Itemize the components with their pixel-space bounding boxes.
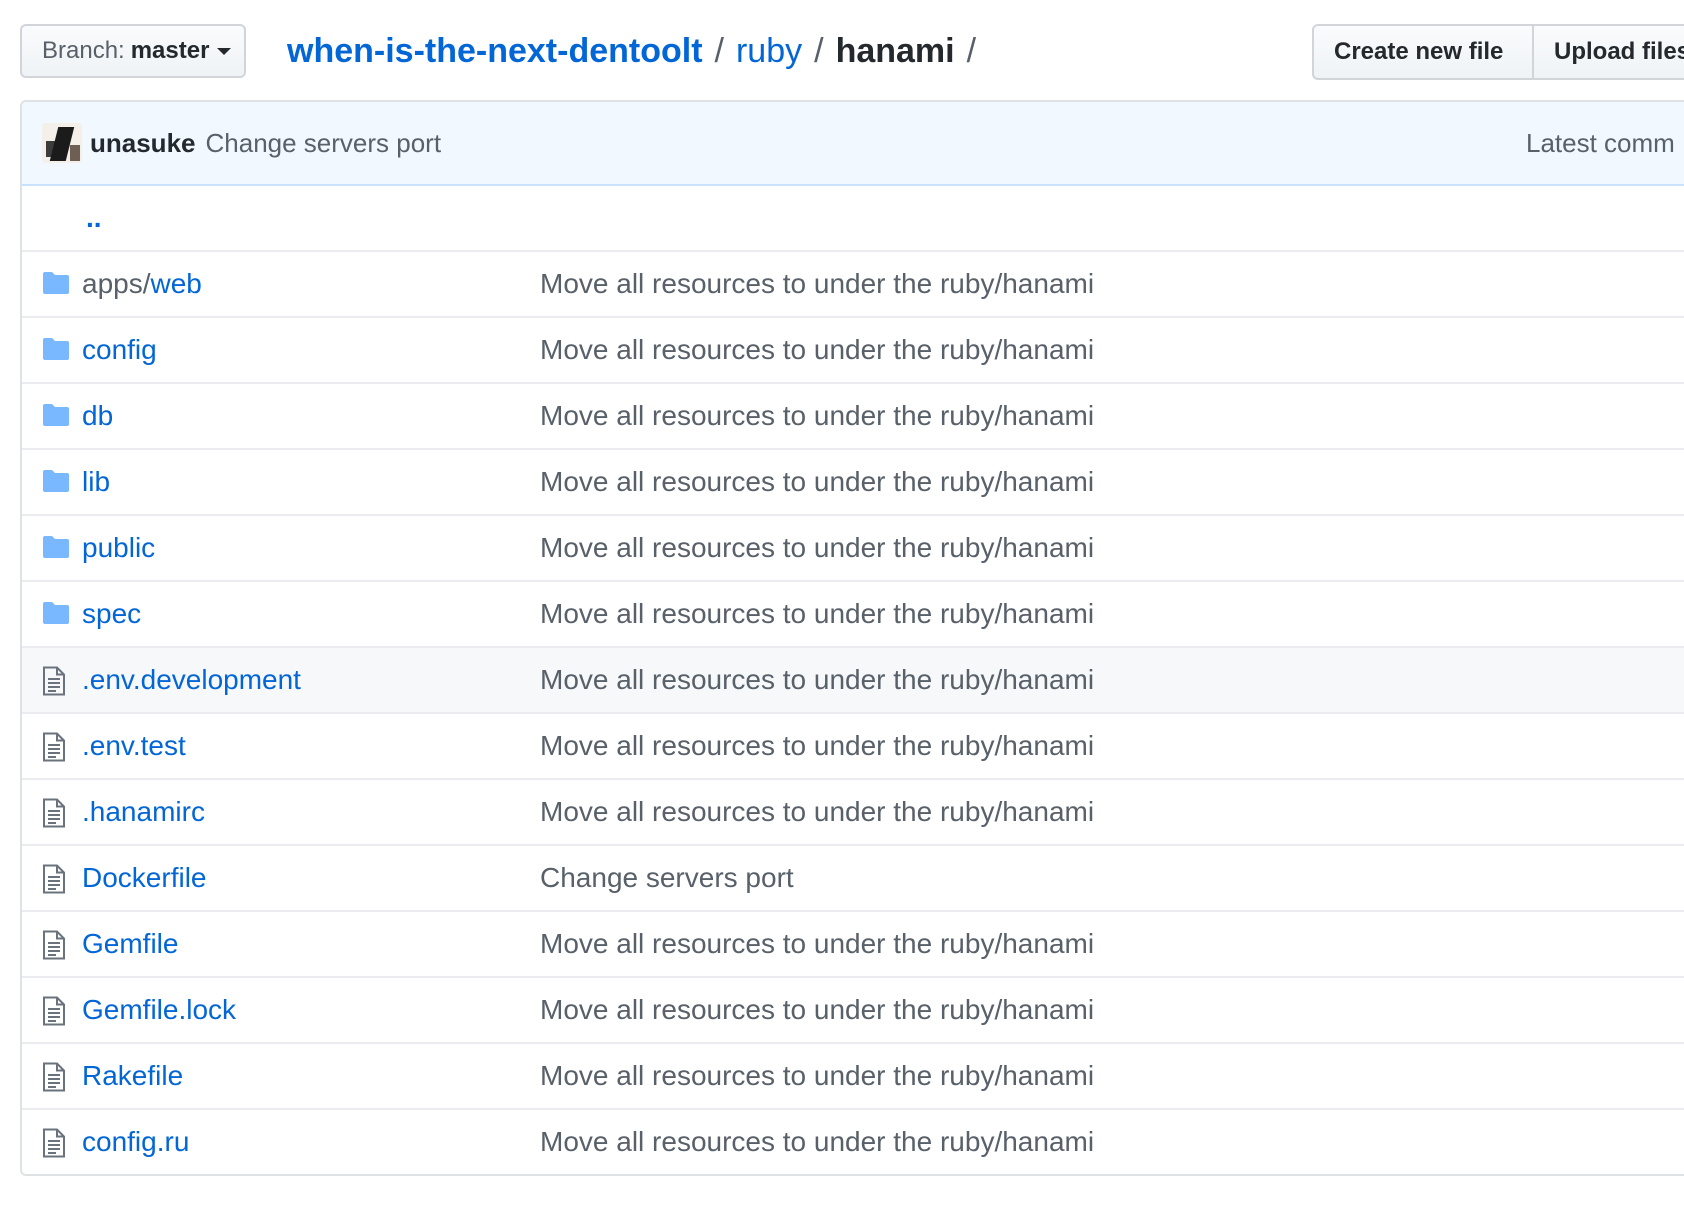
directory-row[interactable]: db Move all resources to under the ruby/h… [22,382,1684,448]
parent-dir-row: .. [22,186,1684,250]
file-icon [42,666,72,696]
file-name-cell: Gemfile.lock [82,994,236,1026]
file-name-link[interactable]: config.ru [82,1126,189,1157]
upload-files-button[interactable]: Upload files [1534,24,1684,80]
folder-icon [42,534,72,562]
directory-row[interactable]: public Move all resources to under the ru… [22,514,1684,580]
file-name-link[interactable]: public [82,532,155,563]
branch-selector-button[interactable]: Branch: master [20,24,246,78]
directory-row[interactable]: config Move all resources to under the ru… [22,316,1684,382]
file-name-link[interactable]: lib [82,466,110,497]
breadcrumb-repo-link[interactable]: when-is-the-next-dentoolt [287,32,703,71]
file-icon [42,996,72,1026]
file-icon [42,1062,72,1092]
file-name-cell: config [82,334,157,366]
file-actions: Create new file Upload files [1312,24,1684,80]
repo-file-browser: Branch: master when-is-the-next-dentoolt… [0,0,1684,1208]
file-name-cell: Gemfile [82,928,178,960]
commit-message-link[interactable]: Move all resources to under the ruby/han… [540,532,1094,564]
breadcrumb-separator: / [966,31,977,70]
file-name-link[interactable]: config [82,334,157,365]
latest-commit-bar: unasuke Change servers port Latest comm [22,102,1684,186]
commit-message-link[interactable]: Change servers port [540,862,794,894]
file-name-link[interactable]: db [82,400,113,431]
directory-prefix: apps/ [82,268,151,299]
commit-message-link[interactable]: Move all resources to under the ruby/han… [540,598,1094,630]
commit-message-link[interactable]: Move all resources to under the ruby/han… [540,334,1094,366]
file-row[interactable]: .env.development Move all resources to un… [22,646,1684,712]
commit-author[interactable]: unasuke [90,128,196,159]
file-icon [42,1128,72,1158]
file-name-link[interactable]: Dockerfile [82,862,206,893]
folder-icon [42,468,72,496]
file-name-cell: public [82,532,155,564]
file-name-link[interactable]: Gemfile.lock [82,994,236,1025]
file-row[interactable]: .hanamirc Move all resources to under the… [22,778,1684,844]
commit-message-link[interactable]: Move all resources to under the ruby/han… [540,1060,1094,1092]
commit-message-link[interactable]: Move all resources to under the ruby/han… [540,664,1094,696]
directory-row[interactable]: spec Move all resources to under the ruby… [22,580,1684,646]
breadcrumb: when-is-the-next-dentoolt / ruby / hanam… [287,26,988,76]
file-icon [42,798,72,828]
breadcrumb-current: hanami [835,31,955,70]
folder-icon [42,336,72,364]
file-row[interactable]: Gemfile.lock Move all resources to under … [22,976,1684,1042]
commit-message-link[interactable]: Move all resources to under the ruby/han… [540,268,1094,300]
commit-message-link[interactable]: Move all resources to under the ruby/han… [540,796,1094,828]
file-rows: apps/web Move all resources to under the … [22,250,1684,1174]
file-row[interactable]: .env.test Move all resources to under the… [22,712,1684,778]
caret-down-icon [217,47,232,55]
file-listing: unasuke Change servers port Latest comm … [20,100,1684,1176]
file-name-cell: .env.development [82,664,301,696]
directory-row[interactable]: lib Move all resources to under the ruby/… [22,448,1684,514]
create-new-file-button[interactable]: Create new file [1312,24,1534,80]
commit-message-link[interactable]: Move all resources to under the ruby/han… [540,1126,1094,1158]
file-name-cell: lib [82,466,110,498]
folder-icon [42,270,72,298]
file-name-cell: .hanamirc [82,796,205,828]
file-row[interactable]: config.ru Move all resources to under the… [22,1108,1684,1174]
folder-icon [42,600,72,628]
file-icon [42,864,72,894]
breadcrumb-separator: / [814,31,824,70]
file-name-cell: config.ru [82,1126,189,1158]
file-name-link[interactable]: .hanamirc [82,796,205,827]
commit-message-link[interactable]: Move all resources to under the ruby/han… [540,928,1094,960]
breadcrumb-separator: / [714,31,724,70]
branch-name: master [130,37,210,64]
commit-message-link[interactable]: Move all resources to under the ruby/han… [540,994,1094,1026]
file-name-cell: Rakefile [82,1060,183,1092]
parent-dir-link[interactable]: .. [86,202,102,234]
file-row[interactable]: Dockerfile Change servers port [22,844,1684,910]
folder-icon [42,402,72,430]
latest-commit-label: Latest comm [1526,127,1675,158]
breadcrumb-dir-link[interactable]: ruby [736,32,802,71]
file-name-link[interactable]: web [151,268,202,299]
branch-label: Branch: [42,37,125,64]
commit-message-link[interactable]: Move all resources to under the ruby/han… [540,730,1094,762]
file-name-cell: db [82,400,113,432]
file-name-cell: spec [82,598,141,630]
file-name-cell: apps/web [82,268,202,300]
file-name-link[interactable]: Rakefile [82,1060,183,1091]
commit-message[interactable]: Change servers port [206,128,442,159]
directory-row[interactable]: apps/web Move all resources to under the … [22,250,1684,316]
avatar[interactable] [42,123,82,163]
file-row[interactable]: Rakefile Move all resources to under the … [22,1042,1684,1108]
file-name-link[interactable]: .env.test [82,730,186,761]
commit-message-link[interactable]: Move all resources to under the ruby/han… [540,400,1094,432]
file-row[interactable]: Gemfile Move all resources to under the r… [22,910,1684,976]
file-name-cell: .env.test [82,730,186,762]
file-name-link[interactable]: Gemfile [82,928,178,959]
file-name-cell: Dockerfile [82,862,206,894]
commit-message-link[interactable]: Move all resources to under the ruby/han… [540,466,1094,498]
file-name-link[interactable]: spec [82,598,141,629]
file-icon [42,732,72,762]
file-name-link[interactable]: .env.development [82,664,301,695]
file-icon [42,930,72,960]
